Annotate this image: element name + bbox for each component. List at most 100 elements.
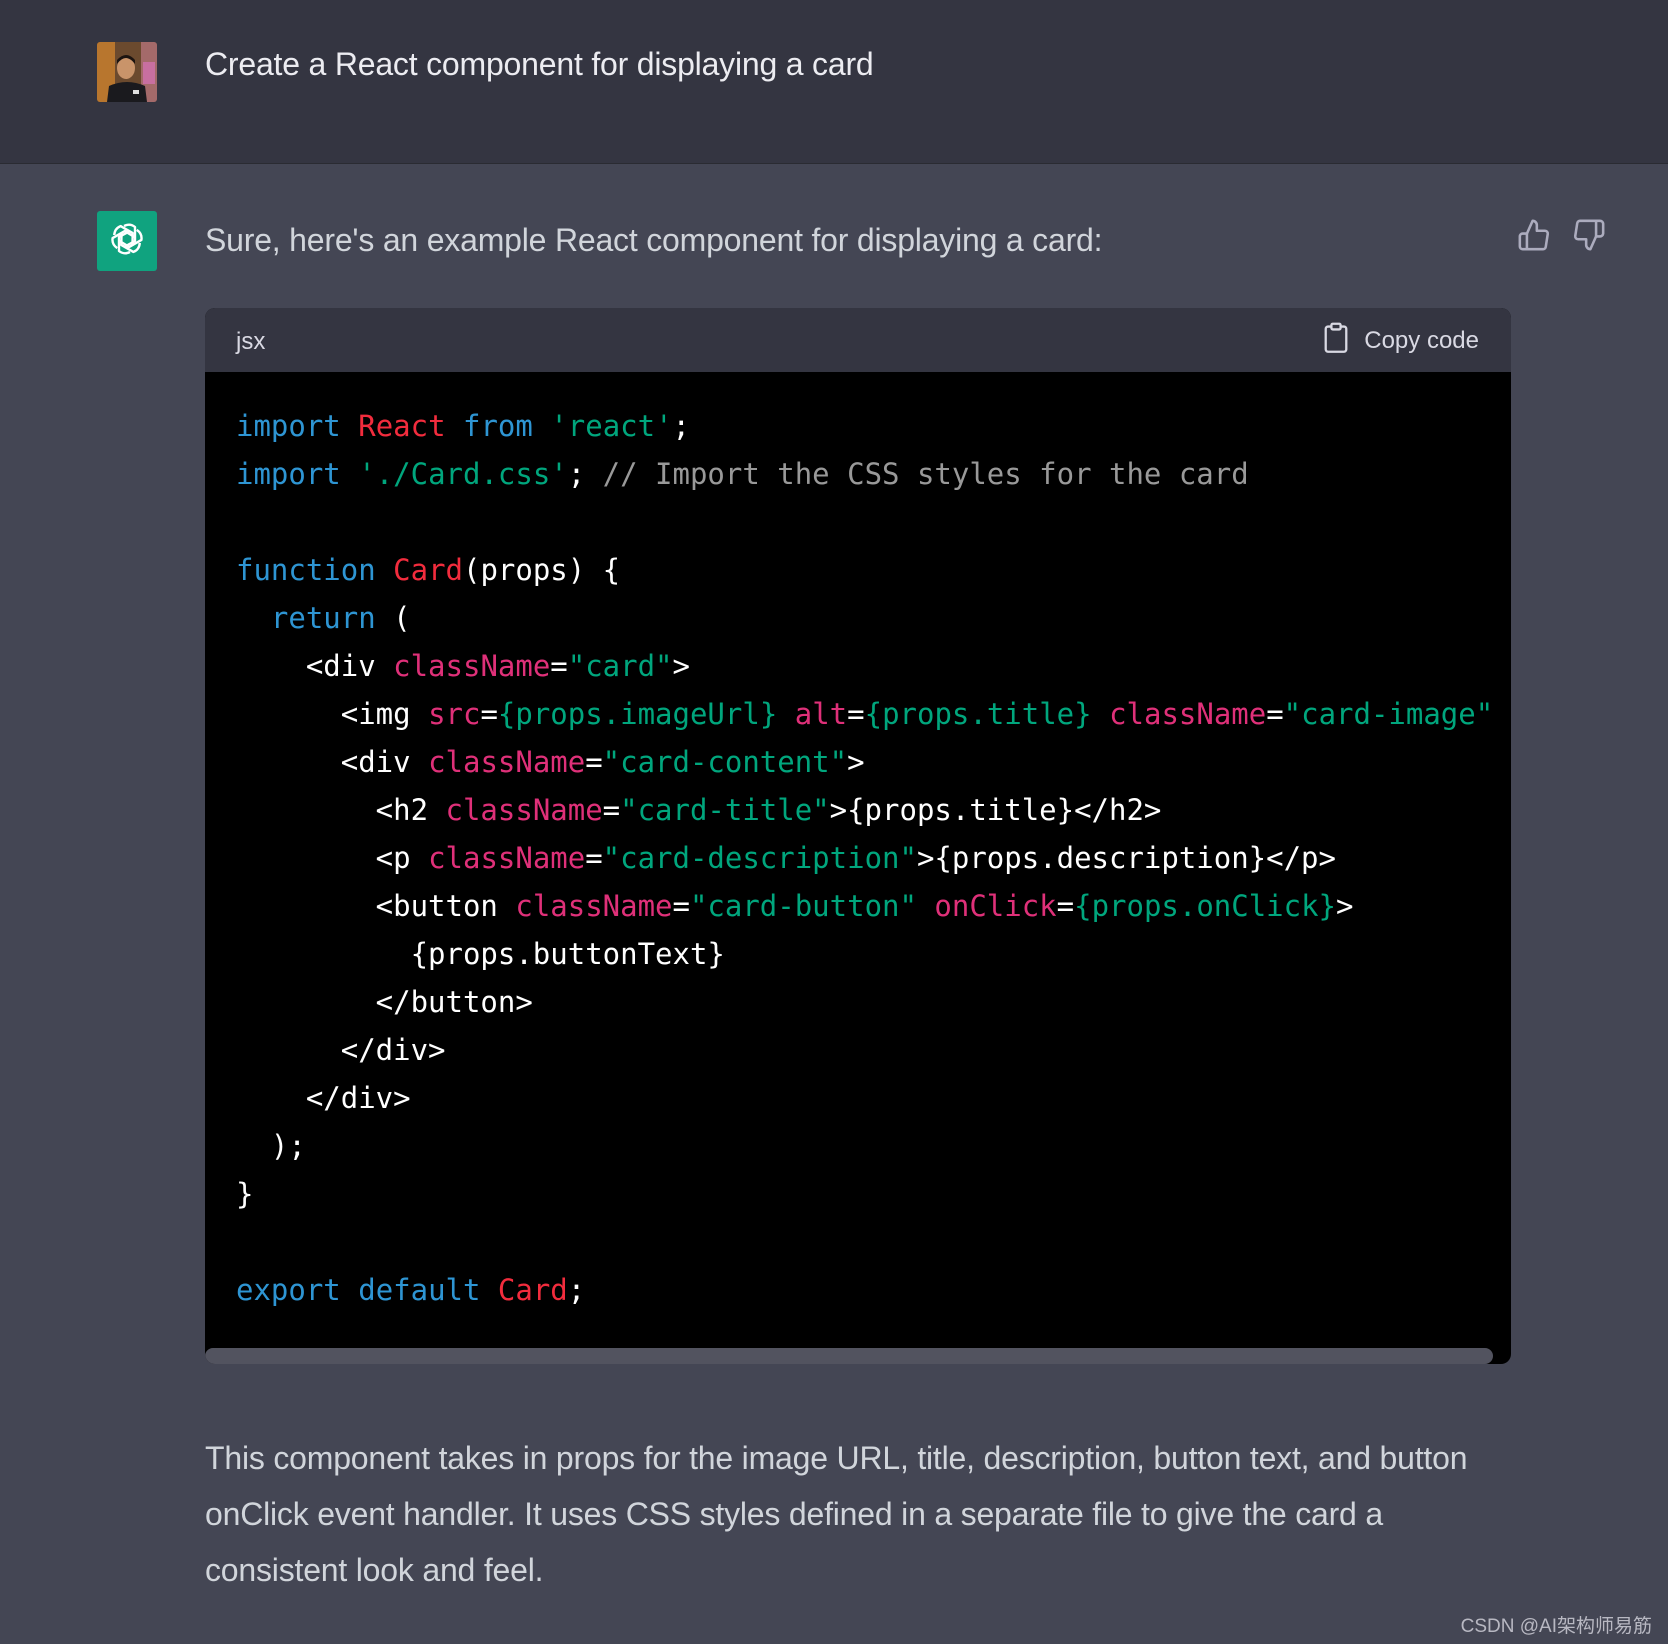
code-line: {props.buttonText}: [236, 930, 1511, 978]
code-token: <div: [236, 649, 394, 683]
code-token: </div>: [236, 1081, 411, 1115]
code-token: <h2: [236, 793, 446, 827]
code-line: return (: [236, 594, 1511, 642]
code-token: React: [358, 409, 446, 443]
code-token: <p: [236, 841, 429, 875]
clipboard-icon: [1322, 322, 1350, 361]
assistant-outro-text: This component takes in props for the im…: [205, 1440, 1468, 1588]
code-token: =: [847, 697, 865, 731]
assistant-avatar: [97, 211, 157, 271]
code-token: );: [236, 1129, 306, 1163]
copy-code-label: Copy code: [1364, 327, 1479, 354]
code-token: </button>: [236, 985, 533, 1019]
code-token: "card-image": [1283, 697, 1494, 731]
code-token: Card: [497, 1273, 568, 1307]
watermark: CSDN @AI架构师易筋: [1460, 1616, 1652, 1637]
code-token: className: [515, 889, 673, 923]
code-line: <button className="card-button" onClick=…: [236, 882, 1511, 930]
code-token: 'react': [550, 409, 673, 443]
code-token: className: [428, 841, 586, 875]
code-line: }: [236, 1170, 1511, 1218]
thumbs-down-icon[interactable]: [1572, 218, 1606, 252]
code-line: import './Card.css'; // Import the CSS s…: [236, 450, 1511, 498]
code-token: =: [585, 841, 603, 875]
code-token: }: [236, 1177, 254, 1211]
code-token: className: [393, 649, 551, 683]
code-token: (: [375, 601, 411, 635]
code-token: from: [463, 409, 533, 443]
code-line: <h2 className="card-title">{props.title}…: [236, 786, 1511, 834]
code-token: alt: [794, 697, 848, 731]
code-token: {props.imageUrl}: [497, 697, 778, 731]
code-token: className: [1109, 697, 1267, 731]
code-token: ;: [567, 1273, 586, 1307]
code-token: className: [428, 745, 586, 779]
code-token: <button: [236, 889, 516, 923]
code-token: />: [1493, 697, 1512, 731]
assistant-intro-text: Sure, here's an example React component …: [205, 222, 1103, 258]
horizontal-scrollbar[interactable]: [205, 1348, 1493, 1364]
code-token: export: [236, 1273, 341, 1307]
code-token: "card-content": [602, 745, 848, 779]
code-line: <img src={props.imageUrl} alt={props.tit…: [236, 690, 1511, 738]
code-line: import React from 'react';: [236, 402, 1511, 450]
code-token: './Card.css': [358, 457, 568, 491]
code-line: </div>: [236, 1074, 1511, 1122]
code-token: >{props.description}</p>: [916, 841, 1336, 875]
code-token: {props.buttonText}: [236, 937, 725, 971]
code-content: import React from 'react'; import './Card…: [236, 402, 1511, 1314]
code-token: default: [358, 1273, 481, 1307]
code-token: (props) {: [463, 553, 621, 587]
code-token: ;: [567, 457, 603, 491]
code-token: "card": [567, 649, 673, 683]
code-token: Card: [393, 553, 463, 587]
code-block-header: jsx Copy code: [205, 308, 1511, 372]
code-line: export default Card;: [236, 1266, 1511, 1314]
code-line: function Card(props) {: [236, 546, 1511, 594]
code-token: {props.title}: [864, 697, 1092, 731]
code-token: "card-title": [620, 793, 830, 827]
code-token: =: [1056, 889, 1075, 923]
code-line: <div className="card">: [236, 642, 1511, 690]
code-language-label: jsx: [236, 328, 266, 355]
code-token: =: [480, 697, 498, 731]
code-token: <div: [236, 745, 429, 779]
user-message-row: Create a React component for displaying …: [0, 0, 1668, 164]
code-line: </div>: [236, 1026, 1511, 1074]
code-token: return: [270, 601, 376, 635]
code-token: =: [1266, 697, 1284, 731]
code-token: ;: [672, 409, 691, 443]
code-token: =: [672, 889, 690, 923]
code-token: =: [585, 745, 603, 779]
code-token: =: [602, 793, 621, 827]
copy-code-button[interactable]: Copy code: [1322, 322, 1479, 361]
code-token: >: [847, 745, 865, 779]
code-token: import: [236, 457, 341, 491]
assistant-message-row: Sure, here's an example React component …: [0, 164, 1668, 1644]
code-token: </div>: [236, 1033, 446, 1067]
code-line: <p className="card-description">{props.d…: [236, 834, 1511, 882]
code-token: "card-button": [689, 889, 917, 923]
code-token: import: [236, 409, 341, 443]
code-token: >{props.title}</h2>: [829, 793, 1162, 827]
thumbs-up-icon[interactable]: [1517, 218, 1551, 252]
code-token: function: [236, 553, 376, 587]
code-token: {props.onClick}: [1074, 889, 1337, 923]
user-message-text: Create a React component for displaying …: [205, 46, 874, 82]
code-token: "card-description": [602, 841, 917, 875]
code-token: onClick: [934, 889, 1057, 923]
code-token: >: [672, 649, 690, 683]
code-line: <div className="card-content">: [236, 738, 1511, 786]
